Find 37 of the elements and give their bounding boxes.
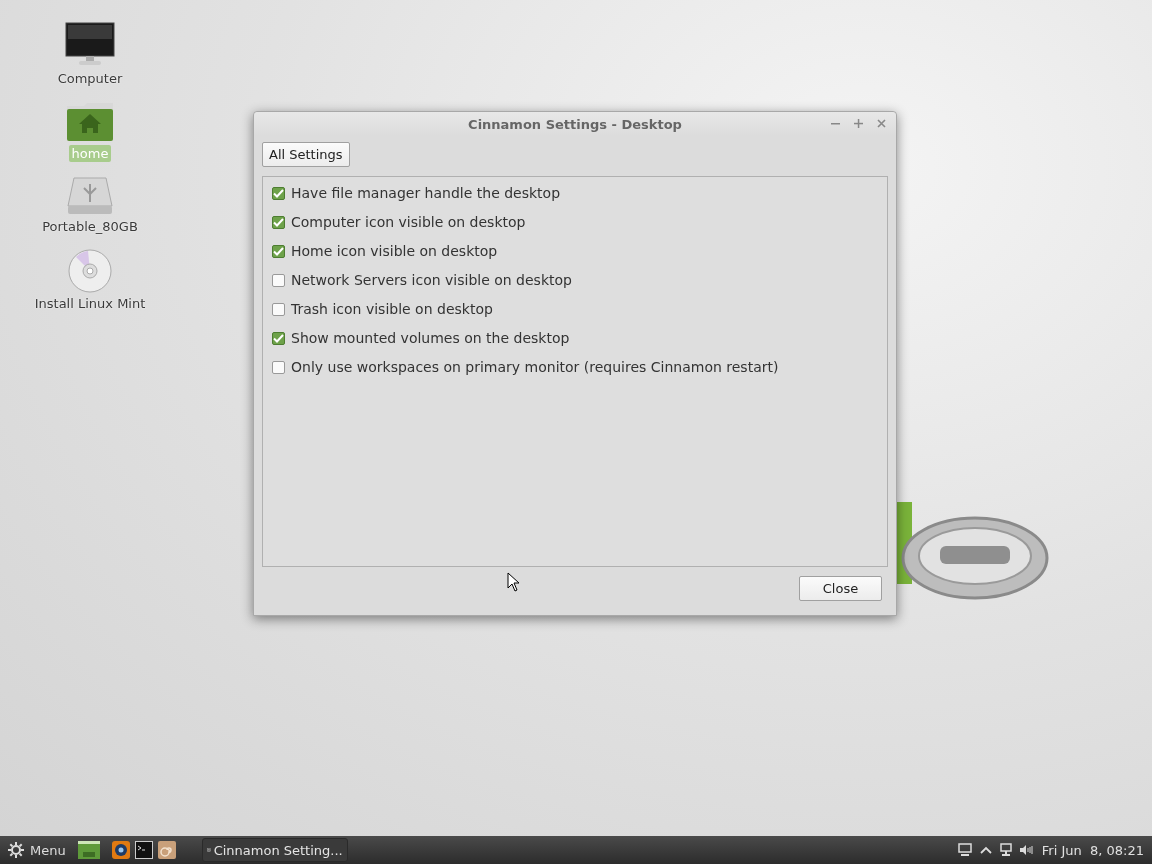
all-settings-button[interactable]: All Settings <box>262 142 350 167</box>
network-icon[interactable] <box>957 843 972 857</box>
close-icon[interactable] <box>877 119 886 128</box>
checkbox[interactable] <box>272 360 285 374</box>
network-icon[interactable] <box>999 843 1012 857</box>
eye-icon[interactable] <box>111 841 130 859</box>
desktop-icon-label[interactable]: Install Linux Mint <box>31 295 149 312</box>
home-folder-icon[interactable] <box>66 101 114 143</box>
option-label: Trash icon visible on desktop <box>291 301 493 317</box>
close-button[interactable]: Close <box>799 576 882 601</box>
maximize-icon[interactable] <box>854 119 863 128</box>
option-label: Network Servers icon visible on desktop <box>291 272 572 288</box>
option-label: Home icon visible on desktop <box>291 243 498 259</box>
checkbox[interactable] <box>272 215 285 229</box>
checkbox[interactable] <box>272 244 285 258</box>
option-label: Only use workspaces on primary monitor (requires Cinnamon restart) <box>291 359 779 375</box>
checkbox[interactable] <box>272 302 285 316</box>
desktop-icon-label[interactable]: Computer <box>54 70 126 87</box>
option-label: Show mounted volumes on the desktop <box>291 330 570 346</box>
window-title: Cinnamon Settings - Desktop <box>468 116 682 132</box>
checkbox[interactable] <box>272 331 285 345</box>
chevron-up-icon[interactable] <box>979 845 992 855</box>
option-label: Have file manager handle the desktop <box>291 185 561 201</box>
checkbox[interactable] <box>272 186 285 200</box>
option-label: Computer icon visible on desktop <box>291 214 526 230</box>
gear-icon <box>8 842 24 858</box>
show-desktop-icon[interactable] <box>77 841 100 859</box>
terminal-icon[interactable] <box>134 841 153 859</box>
volume-icon[interactable] <box>1019 844 1034 856</box>
taskbar-window-button[interactable]: Cinnamon Setting... <box>201 838 348 862</box>
spiral-icon[interactable] <box>157 841 176 859</box>
desktop-icon-label[interactable]: Portable_80GB <box>39 218 141 235</box>
mouse-pointer-icon <box>507 572 520 592</box>
monitor-icon[interactable] <box>65 22 115 68</box>
checkbox[interactable] <box>272 273 285 287</box>
clock[interactable]: Fri Jun 8, 08:21 <box>1041 842 1144 858</box>
menu-button[interactable]: Menu <box>8 842 66 858</box>
